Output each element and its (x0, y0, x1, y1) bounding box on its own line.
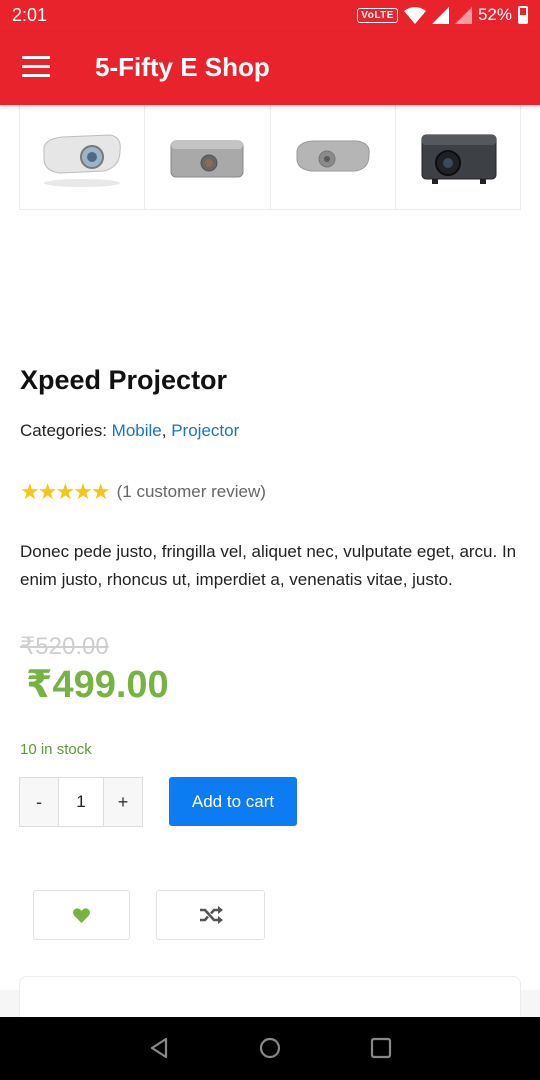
quantity-decrease-button[interactable]: - (20, 778, 59, 826)
signal-icon (431, 6, 449, 24)
quantity-stepper: - 1 + (19, 777, 143, 827)
system-navigation-bar (0, 1017, 540, 1080)
battery-percent: 52% (477, 5, 512, 24)
app-bar: 5-Fifty E Shop (0, 32, 540, 105)
heart-icon (73, 907, 90, 923)
product-categories: Categories: Mobile, Projector (20, 421, 239, 441)
compare-button[interactable] (156, 890, 265, 940)
hamburger-menu-icon[interactable] (22, 56, 50, 80)
product-title: Xpeed Projector (20, 365, 228, 395)
gallery-thumb-3[interactable] (271, 105, 396, 209)
projector-thumb-image (43, 134, 121, 187)
add-to-cart-button[interactable]: Add to cart (169, 777, 297, 826)
product-rating: ★★★★★ (1 customer review) (20, 479, 266, 505)
category-link-mobile[interactable]: Mobile (112, 421, 162, 440)
categories-label: Categories: (20, 421, 112, 440)
status-icons: VoLTE 52% (357, 5, 528, 25)
gallery-thumb-4[interactable] (396, 105, 520, 209)
product-gallery-thumbnails (19, 105, 521, 210)
product-description: Donec pede justo, fringilla vel, aliquet… (20, 542, 517, 589)
gallery-thumb-2[interactable] (145, 105, 271, 209)
stock-status: 10 in stock (20, 741, 92, 758)
product-tabs-card (19, 976, 521, 1017)
quantity-input[interactable]: 1 (59, 778, 103, 826)
category-separator: , (161, 421, 172, 440)
recents-icon[interactable] (370, 1037, 392, 1059)
back-icon[interactable] (148, 1037, 170, 1059)
status-time: 2:01 (12, 5, 48, 25)
status-bar: 2:01 VoLTE 52% (0, 0, 540, 32)
shuffle-icon (199, 906, 223, 924)
app-title: 5-Fifty E Shop (95, 52, 270, 82)
home-icon[interactable] (259, 1037, 281, 1059)
review-count-link[interactable]: (1 customer review) (117, 482, 266, 502)
wifi-icon (403, 6, 426, 24)
battery-icon (518, 6, 528, 24)
sale-price: ₹499.00 (26, 664, 169, 706)
projector-thumb-image (170, 140, 244, 178)
wishlist-button[interactable] (33, 890, 130, 940)
old-price: ₹520.00 (20, 633, 109, 660)
category-link-projector[interactable]: Projector (171, 421, 239, 440)
volte-badge: VoLTE (357, 7, 398, 23)
signal-2-icon (454, 6, 472, 24)
gallery-thumb-1[interactable] (20, 105, 146, 209)
star-rating-icon: ★★★★★ (20, 479, 111, 504)
projector-thumb-image (296, 140, 370, 172)
quantity-increase-button[interactable]: + (103, 778, 142, 826)
projector-thumb-image (421, 134, 497, 184)
